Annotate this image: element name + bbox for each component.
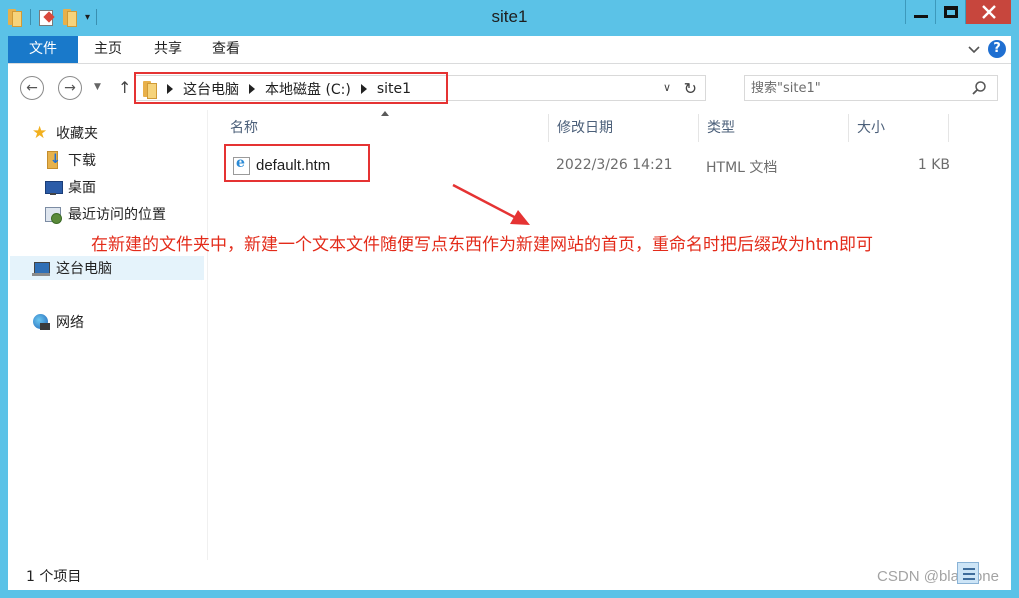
search-input[interactable] [751,79,961,97]
sidebar-item-label: 下载 [68,153,96,169]
back-button[interactable]: ← [20,76,44,100]
item-count: 1 个项目 [26,569,82,585]
arrow-right-icon: → [64,80,76,96]
tab-share[interactable]: 共享 [148,36,188,63]
star-icon: ★ [32,123,48,143]
annotation-arrow [452,183,530,225]
tab-file[interactable]: 文件 [8,36,78,63]
column-headers: 名称 修改日期 类型 大小 [208,114,950,142]
refresh-icon[interactable]: ↻ [684,79,697,98]
sidebar-item-desktop[interactable]: 桌面 [44,175,96,199]
column-header-name[interactable]: 名称 [208,114,549,142]
sidebar-item-label: 网络 [56,315,84,331]
recent-places-icon [44,205,62,224]
search-icon[interactable] [971,80,987,96]
list-lines-icon [963,578,975,580]
sidebar-item-network[interactable]: 网络 [32,310,84,334]
search-box[interactable] [744,75,998,101]
list-lines-icon [963,568,975,570]
desktop-icon [44,178,63,196]
sidebar-item-label: 这台电脑 [56,261,112,277]
recent-locations-dropdown-icon[interactable]: ▼ [94,82,101,92]
close-button[interactable] [965,0,1011,24]
minimize-button[interactable] [905,0,935,24]
ribbon-tabs: 文件 主页 共享 查看 ? [8,36,1011,64]
sidebar-item-favorites[interactable]: ★ 收藏夹 [32,121,98,145]
tab-view[interactable]: 查看 [206,36,246,63]
sidebar-item-label: 桌面 [68,180,96,196]
computer-icon [32,259,50,277]
sidebar-item-downloads[interactable]: 下载 [44,148,96,172]
window-controls [905,0,1011,24]
status-bar: 1 个项目 CSDN @blackone [8,560,1011,590]
column-header-date[interactable]: 修改日期 [549,114,699,142]
navigation-bar: ← → ▼ ↑ 这台电脑 本地磁盘 (C:) site1 ∨ ↻ [8,64,1011,110]
title-bar: ▾ site1 [0,0,1019,36]
forward-button[interactable]: → [58,76,82,100]
list-lines-icon [963,573,975,575]
column-header-type[interactable]: 类型 [699,114,849,142]
maximize-button[interactable] [935,0,965,24]
highlight-box [224,144,370,182]
view-switcher [957,562,1005,584]
expand-ribbon-icon[interactable] [967,42,981,56]
window-title: site1 [491,7,528,26]
file-type: HTML 文档 [706,160,778,176]
large-icons-view-button[interactable] [983,562,1005,584]
column-header-size[interactable]: 大小 [849,114,949,142]
navigation-pane: ★ 收藏夹 下载 桌面 最近访问的位置 这台电脑 网络 [8,110,208,560]
up-arrow-icon[interactable]: ↑ [118,78,131,97]
annotation-text: 在新建的文件夹中，新建一个文本文件随便写点东西作为新建网站的首页，重命名时把后缀… [91,235,873,255]
explorer-window: ▾ site1 文件 主页 共享 查看 ? ← → ▼ ↑ 这台电脑 本地磁盘 … [0,0,1019,598]
address-history-dropdown-icon[interactable]: ∨ [663,81,671,94]
sidebar-item-label: 收藏夹 [56,126,98,142]
download-folder-icon [44,151,62,169]
help-button[interactable]: ? [988,40,1006,58]
details-view-button[interactable] [957,562,979,584]
close-icon [981,5,996,19]
network-icon [32,313,50,331]
tab-home[interactable]: 主页 [88,36,128,63]
sidebar-item-recent[interactable]: 最近访问的位置 [44,202,166,226]
sidebar-item-label: 最近访问的位置 [68,207,166,223]
highlight-box [134,72,448,104]
content-area: ★ 收藏夹 下载 桌面 最近访问的位置 这台电脑 网络 [8,110,1011,560]
file-list: 名称 修改日期 类型 大小 default.htm 2022/3/26 14:2… [208,110,1011,560]
sidebar-item-this-pc[interactable]: 这台电脑 [10,256,204,280]
file-size: 1 KB [917,157,950,173]
file-date: 2022/3/26 14:21 [556,157,673,173]
arrow-left-icon: ← [26,80,38,96]
